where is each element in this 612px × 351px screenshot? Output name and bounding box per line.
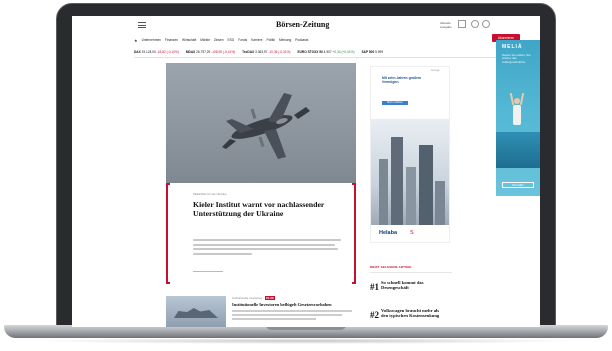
card-bracket-right — [352, 183, 356, 284]
nav-item[interactable]: Zinsen — [214, 38, 224, 42]
nav-item[interactable]: Meinung — [279, 38, 291, 42]
search-icon[interactable] — [471, 20, 479, 28]
lead-article[interactable]: Militärhilfe für die Ukraine Kieler Inst… — [166, 183, 356, 287]
ad-brand: MELIÁ — [502, 44, 523, 50]
epaper-icon[interactable] — [458, 20, 466, 28]
most-read-header: MEIST GELESENE ARTIKEL — [370, 265, 452, 273]
ad-button[interactable]: BUCHEN — [502, 182, 534, 188]
article-meta — [193, 271, 223, 272]
person-image — [509, 92, 525, 132]
secondary-article[interactable]: Institutionelle Investoren PLUS Instituti… — [166, 294, 356, 327]
article-headline[interactable]: Institutionelle Investoren beflügelt Ges… — [232, 302, 356, 307]
browser-screen: Börsen-Zeitung Aktuelle Ausgabe Abonnier… — [72, 16, 540, 327]
list-item[interactable]: #2 Volkswagen braucht mehr als den typis… — [370, 307, 452, 327]
jet-image — [222, 93, 310, 159]
star-icon[interactable]: ★ — [134, 38, 138, 43]
article-teaser — [193, 239, 341, 265]
ad-text: Reisen Sie anders, Sie erleben das Außer… — [502, 53, 531, 64]
nav-item[interactable]: Politik — [266, 38, 275, 42]
article-thumbnail[interactable] — [166, 296, 226, 327]
pool-image — [496, 132, 540, 168]
rank-number: #2 — [370, 310, 379, 320]
sparkasse-icon: S — [410, 230, 414, 236]
article-kicker: Militärhilfe für die Ukraine — [193, 192, 227, 196]
article-kicker: Institutionelle Investoren PLUS — [232, 296, 275, 300]
ad-label: Anzeige — [431, 69, 440, 72]
nav-item[interactable]: Fonds — [238, 38, 247, 42]
ad-button[interactable]: Mehr erfahren — [382, 101, 408, 105]
bank-ad[interactable]: Anzeige Mit zehn Jahren großem Vermögen.… — [370, 66, 450, 243]
ticker-item[interactable]: TecDAX 3.363,97 -10,36 (-0,31%) — [242, 50, 290, 54]
nav-item[interactable]: ESG — [228, 38, 235, 42]
ticker-item[interactable]: DAX 19.124,00 -18,82 (-0,10%) — [134, 50, 179, 54]
nav-item[interactable]: Karriere — [251, 38, 262, 42]
list-item-title[interactable]: So schnell kommt das Desengeschäft — [381, 280, 447, 290]
rank-number: #1 — [370, 282, 379, 292]
nav-item[interactable]: Finanzen — [165, 38, 178, 42]
site-logo[interactable]: Börsen-Zeitung — [276, 20, 329, 29]
nav-item[interactable]: Podcasts — [295, 38, 308, 42]
list-item-title[interactable]: Volkswagen braucht mehr als den typische… — [381, 308, 447, 318]
ticker-item[interactable]: EURO STOXX 50 4.907 +0,34 (+0,01%) — [298, 50, 355, 54]
ticker-item[interactable]: MDAX 26.797,29 -108,95 (-0,41%) — [186, 50, 235, 54]
hero-image[interactable] — [166, 63, 356, 183]
most-read-list: MEIST GELESENE ARTIKEL #1 So schnell kom… — [370, 265, 452, 327]
nav-item[interactable]: Wirtschaft — [182, 38, 196, 42]
header-divider — [134, 57, 530, 58]
nav-item[interactable]: Unternehmen — [142, 38, 161, 42]
ticker-item[interactable]: S&P 500 5.999 — [362, 50, 384, 54]
hotel-ad[interactable]: MELIÁ Reisen Sie anders, Sie erleben das… — [496, 40, 540, 196]
main-nav: ★ Unternehmen Finanzen Wirtschaft Märkte… — [134, 36, 484, 44]
article-teaser — [232, 310, 352, 322]
plus-badge: PLUS — [265, 296, 275, 300]
market-ticker: DAX 19.124,00 -18,82 (-0,10%) MDAX 26.79… — [134, 48, 540, 56]
article-headline[interactable]: Kieler Institut warnt vor nachlassender … — [193, 200, 343, 218]
laptop-shadow — [30, 338, 582, 344]
laptop-mockup: Börsen-Zeitung Aktuelle Ausgabe Abonnier… — [0, 0, 612, 351]
card-bracket-left — [166, 183, 170, 284]
ad-text: Mit zehn Jahren großem Vermögen. — [382, 76, 421, 85]
menu-icon[interactable] — [138, 22, 146, 28]
ad-brand: Helaba S — [371, 225, 449, 242]
account-icon[interactable] — [482, 20, 490, 28]
skyline-image — [371, 119, 449, 229]
edition-link[interactable]: Aktuelle Ausgabe — [440, 21, 460, 29]
nav-item[interactable]: Märkte — [200, 38, 210, 42]
list-item[interactable]: #1 So schnell kommt das Desengeschäft — [370, 279, 452, 301]
